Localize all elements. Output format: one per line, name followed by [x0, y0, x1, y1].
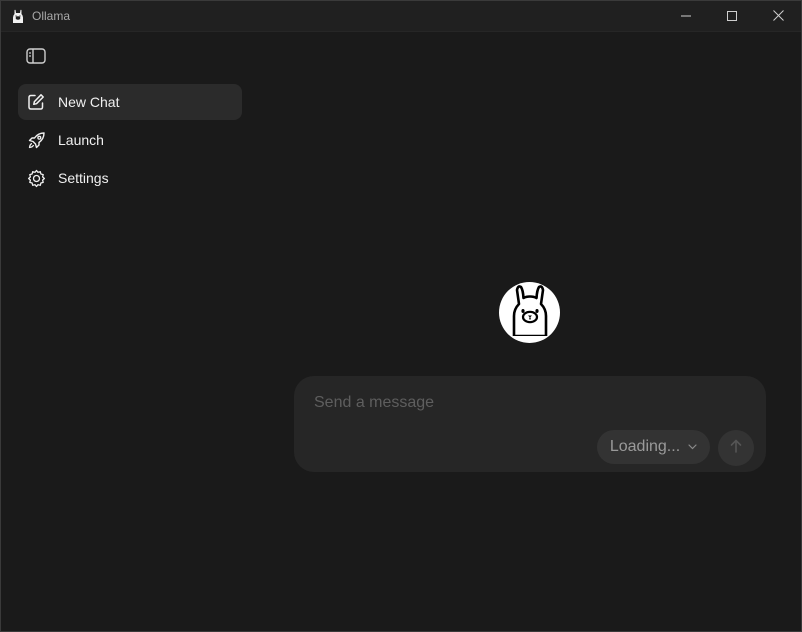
minimize-icon	[681, 8, 691, 26]
maximize-icon	[727, 8, 737, 26]
message-input[interactable]	[314, 394, 734, 412]
ollama-logo	[499, 282, 560, 343]
sidebar-item-label: New Chat	[58, 94, 120, 110]
sidebar-item-launch[interactable]: Launch	[18, 122, 242, 158]
sidebar-toggle-button[interactable]	[25, 47, 47, 69]
sidebar-item-new-chat[interactable]: New Chat	[18, 84, 242, 120]
sidebar-item-label: Launch	[58, 132, 104, 148]
maximize-button[interactable]	[709, 1, 755, 32]
sidebar-item-label: Settings	[58, 170, 109, 186]
window-title: Ollama	[32, 9, 71, 23]
compose-icon	[26, 92, 46, 112]
sidebar-toggle-icon	[26, 47, 46, 69]
gear-icon	[26, 168, 46, 188]
title-bar[interactable]: Ollama	[1, 1, 801, 32]
sidebar-nav: New Chat Launch Settings	[18, 84, 242, 198]
chevron-down-icon	[688, 444, 697, 450]
model-selector-label: Loading...	[609, 438, 681, 455]
sidebar: New Chat Launch Settings	[1, 32, 259, 631]
arrow-up-icon	[730, 439, 742, 458]
message-composer: Loading...	[294, 376, 766, 472]
close-icon	[772, 8, 784, 26]
llama-icon	[11, 9, 25, 23]
app-window: Ollama New Chat Launch Settings Send a m…	[0, 0, 802, 632]
close-button[interactable]	[755, 1, 801, 32]
ollama-logo-icon	[507, 284, 553, 341]
sidebar-item-settings[interactable]: Settings	[18, 160, 242, 196]
send-button[interactable]	[718, 430, 754, 466]
window-controls	[663, 1, 801, 32]
minimize-button[interactable]	[663, 1, 709, 32]
model-selector[interactable]: Loading...	[597, 430, 710, 464]
rocket-icon	[26, 130, 46, 150]
